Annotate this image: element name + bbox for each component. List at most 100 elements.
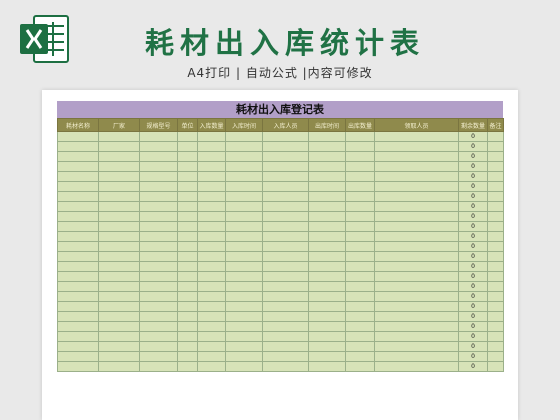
table-cell[interactable] <box>98 271 140 282</box>
table-cell[interactable] <box>487 351 504 362</box>
table-cell[interactable]: 0 <box>458 181 488 192</box>
table-cell[interactable] <box>225 311 263 322</box>
table-cell[interactable] <box>374 141 459 152</box>
table-cell[interactable] <box>57 351 99 362</box>
table-cell[interactable] <box>225 291 263 302</box>
table-cell[interactable] <box>98 191 140 202</box>
table-cell[interactable] <box>487 211 504 222</box>
table-cell[interactable] <box>262 281 309 292</box>
table-cell[interactable] <box>487 341 504 352</box>
table-cell[interactable] <box>139 161 178 172</box>
table-cell[interactable]: 0 <box>458 191 488 202</box>
table-cell[interactable] <box>98 181 140 192</box>
table-cell[interactable] <box>308 281 346 292</box>
table-cell[interactable] <box>262 341 309 352</box>
table-cell[interactable] <box>374 161 459 172</box>
table-cell[interactable] <box>262 181 309 192</box>
table-cell[interactable]: 0 <box>458 211 488 222</box>
table-cell[interactable] <box>177 241 198 252</box>
table-cell[interactable] <box>308 151 346 162</box>
table-cell[interactable] <box>262 321 309 332</box>
table-cell[interactable] <box>374 341 459 352</box>
table-cell[interactable] <box>139 311 178 322</box>
table-cell[interactable] <box>487 151 504 162</box>
table-cell[interactable] <box>57 131 99 142</box>
table-cell[interactable] <box>197 251 226 262</box>
table-cell[interactable] <box>374 301 459 312</box>
table-cell[interactable] <box>98 331 140 342</box>
table-cell[interactable] <box>177 271 198 282</box>
table-cell[interactable] <box>374 261 459 272</box>
table-cell[interactable] <box>308 261 346 272</box>
table-cell[interactable]: 0 <box>458 221 488 232</box>
table-cell[interactable]: 0 <box>458 281 488 292</box>
table-cell[interactable] <box>98 141 140 152</box>
table-cell[interactable] <box>139 361 178 372</box>
table-cell[interactable] <box>57 271 99 282</box>
table-cell[interactable] <box>177 261 198 272</box>
table-cell[interactable] <box>139 291 178 302</box>
table-cell[interactable] <box>177 161 198 172</box>
table-cell[interactable] <box>225 191 263 202</box>
table-cell[interactable] <box>225 141 263 152</box>
table-cell[interactable] <box>225 131 263 142</box>
table-cell[interactable] <box>139 241 178 252</box>
table-cell[interactable] <box>197 141 226 152</box>
table-cell[interactable] <box>57 241 99 252</box>
table-cell[interactable] <box>177 251 198 262</box>
table-cell[interactable] <box>177 171 198 182</box>
table-cell[interactable] <box>197 261 226 272</box>
table-cell[interactable]: 0 <box>458 171 488 182</box>
table-cell[interactable] <box>308 241 346 252</box>
table-cell[interactable] <box>98 241 140 252</box>
table-cell[interactable] <box>487 201 504 212</box>
table-cell[interactable] <box>374 251 459 262</box>
table-cell[interactable] <box>197 131 226 142</box>
table-cell[interactable] <box>197 341 226 352</box>
table-cell[interactable] <box>57 311 99 322</box>
table-cell[interactable] <box>308 171 346 182</box>
table-cell[interactable] <box>262 231 309 242</box>
table-cell[interactable]: 0 <box>458 231 488 242</box>
table-cell[interactable] <box>487 311 504 322</box>
table-cell[interactable] <box>345 171 375 182</box>
table-cell[interactable] <box>177 351 198 362</box>
column-header[interactable]: 厂家 <box>98 118 140 132</box>
table-cell[interactable]: 0 <box>458 341 488 352</box>
table-cell[interactable] <box>225 211 263 222</box>
table-cell[interactable]: 0 <box>458 131 488 142</box>
table-cell[interactable] <box>197 301 226 312</box>
table-cell[interactable] <box>197 201 226 212</box>
table-cell[interactable] <box>98 171 140 182</box>
table-cell[interactable] <box>57 231 99 242</box>
table-cell[interactable] <box>225 261 263 272</box>
table-cell[interactable] <box>197 351 226 362</box>
table-cell[interactable] <box>374 291 459 302</box>
table-cell[interactable] <box>308 341 346 352</box>
table-cell[interactable] <box>262 151 309 162</box>
table-cell[interactable] <box>225 361 263 372</box>
table-cell[interactable] <box>374 221 459 232</box>
table-cell[interactable] <box>197 171 226 182</box>
table-cell[interactable] <box>262 271 309 282</box>
table-cell[interactable] <box>98 351 140 362</box>
table-cell[interactable] <box>262 131 309 142</box>
table-cell[interactable]: 0 <box>458 161 488 172</box>
table-cell[interactable] <box>225 241 263 252</box>
table-cell[interactable] <box>308 331 346 342</box>
table-cell[interactable] <box>57 141 99 152</box>
table-cell[interactable] <box>225 281 263 292</box>
table-cell[interactable] <box>308 361 346 372</box>
table-cell[interactable] <box>139 301 178 312</box>
table-cell[interactable]: 0 <box>458 331 488 342</box>
table-cell[interactable] <box>308 251 346 262</box>
table-cell[interactable] <box>345 241 375 252</box>
table-cell[interactable] <box>57 261 99 272</box>
column-header[interactable]: 出库时间 <box>308 118 346 132</box>
table-cell[interactable] <box>487 361 504 372</box>
table-cell[interactable] <box>139 151 178 162</box>
table-cell[interactable] <box>345 141 375 152</box>
table-cell[interactable] <box>225 231 263 242</box>
table-cell[interactable] <box>225 251 263 262</box>
table-cell[interactable] <box>177 311 198 322</box>
